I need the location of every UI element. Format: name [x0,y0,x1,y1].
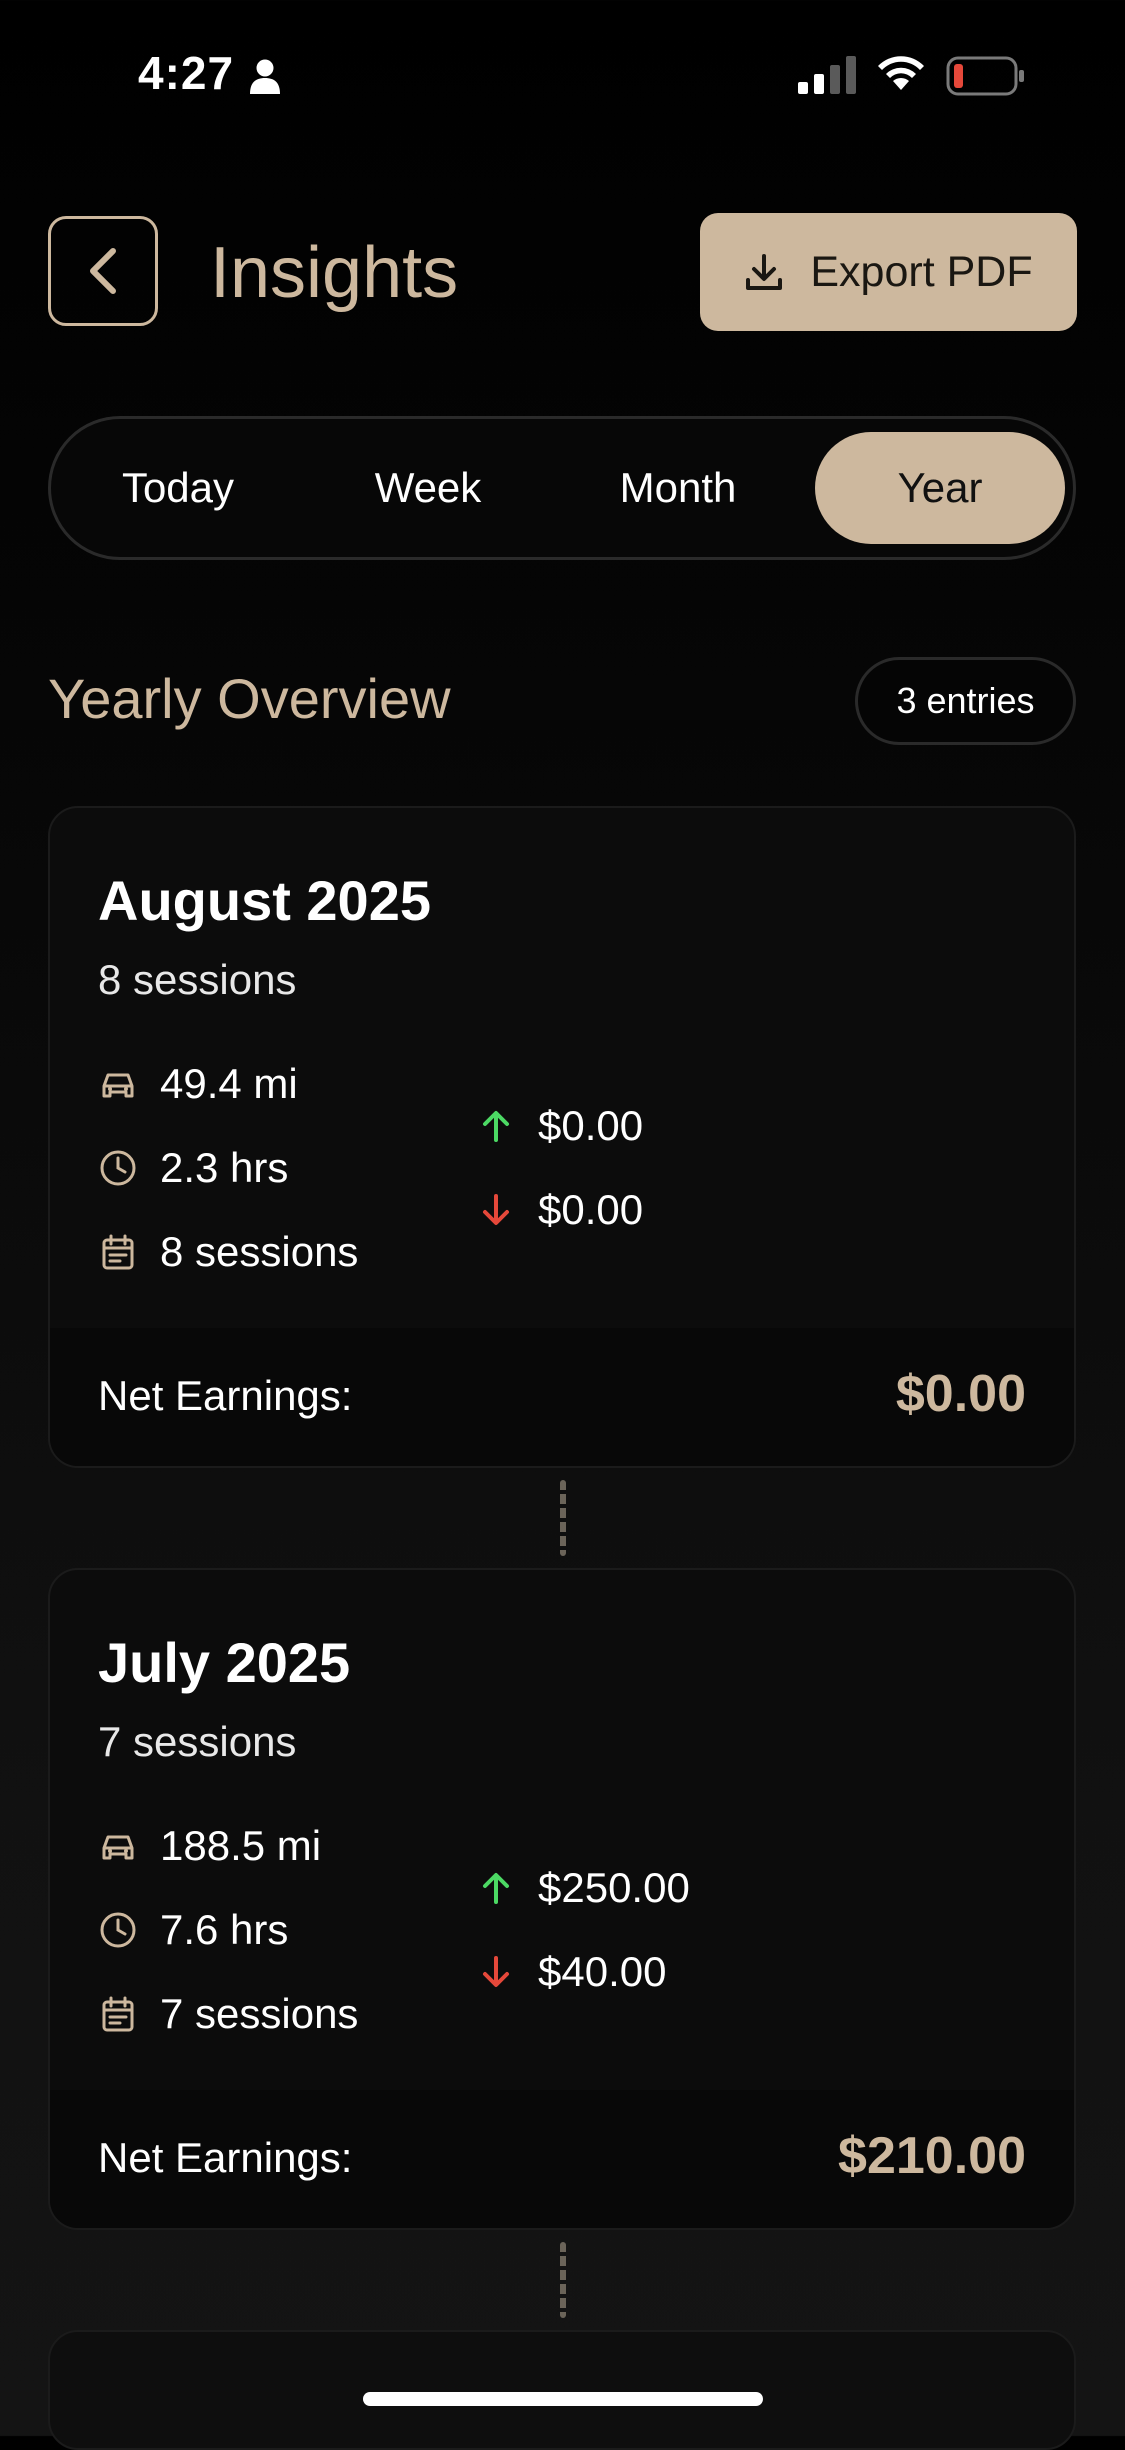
net-earnings-footer: Net Earnings: $210.00 [50,2090,1074,2228]
net-earnings-label: Net Earnings: [98,2134,353,2181]
timeline-connector [560,1480,566,1556]
cellular-signal-icon [798,56,856,94]
distance-value: 188.5 mi [160,1822,322,1869]
income-value: $250.00 [538,1864,690,1911]
month-card-july-2025[interactable]: July 2025 7 sessions 188.5 mi 7.6 hrs 7 … [48,1568,1076,2230]
distance-value: 49.4 mi [160,1060,298,1107]
expense-value: $40.00 [538,1948,667,1995]
download-icon [746,254,783,290]
distance-stat: 49.4 mi [98,1060,298,1108]
hours-value: 2.3 hrs [160,1144,289,1191]
income-value: $0.00 [538,1102,644,1149]
expense-stat: $0.00 [476,1186,643,1234]
battery-low-icon [946,56,1024,96]
wifi-icon [878,56,924,90]
arrow-down-icon [483,1956,509,1987]
tab-week[interactable]: Week [303,432,553,544]
arrow-up-icon [483,1873,509,1904]
tab-today[interactable]: Today [53,432,303,544]
expense-stat: $40.00 [476,1948,666,1996]
home-indicator[interactable] [363,2392,763,2406]
period-segmented-control: Today Week Month Year [48,416,1076,560]
net-earnings-label: Net Earnings: [98,1372,353,1419]
distance-stat: 188.5 mi [98,1822,321,1870]
calendar-icon [102,1996,134,2032]
hours-stat: 7.6 hrs [98,1906,288,1954]
chevron-left-icon [90,248,116,294]
expense-value: $0.00 [538,1186,644,1233]
month-title: July 2025 [98,1631,351,1694]
export-pdf-button[interactable]: Export PDF [700,213,1077,331]
calendar-icon [102,1234,134,1270]
tab-month[interactable]: Month [553,432,803,544]
status-time: 4:27 [138,47,235,99]
sessions-stat: 7 sessions [98,1990,358,2038]
month-sessions-subtitle: 7 sessions [98,1718,297,1765]
hours-stat: 2.3 hrs [98,1144,288,1192]
tab-year[interactable]: Year [815,432,1065,544]
income-stat: $250.00 [476,1864,690,1912]
arrow-up-icon [483,1111,509,1142]
month-card-next[interactable] [48,2330,1076,2450]
arrow-down-icon [483,1194,509,1225]
export-pdf-label: Export PDF [810,247,1033,296]
clock-icon [100,1150,136,1186]
month-title: August 2025 [98,869,431,932]
net-earnings-value: $0.00 [895,1365,1026,1423]
net-earnings-footer: Net Earnings: $0.00 [50,1328,1074,1466]
page-title: Insights [210,233,459,313]
section-title: Yearly Overview [48,667,451,730]
net-earnings-value: $210.00 [838,2127,1026,2185]
month-card-august-2025[interactable]: August 2025 8 sessions 49.4 mi 2.3 hrs 8… [48,806,1076,1468]
car-icon [102,1073,134,1098]
month-sessions-subtitle: 8 sessions [98,956,297,1003]
hours-value: 7.6 hrs [160,1906,289,1953]
clock-icon [100,1912,136,1948]
back-button[interactable] [48,216,158,326]
person-icon [250,59,280,94]
sessions-stat: 8 sessions [98,1228,358,1276]
sessions-value: 8 sessions [160,1228,359,1275]
entries-count-badge: 3 entries [855,657,1076,745]
sessions-value: 7 sessions [160,1990,359,2037]
car-icon [102,1835,134,1860]
income-stat: $0.00 [476,1102,643,1150]
timeline-connector [560,2242,566,2318]
